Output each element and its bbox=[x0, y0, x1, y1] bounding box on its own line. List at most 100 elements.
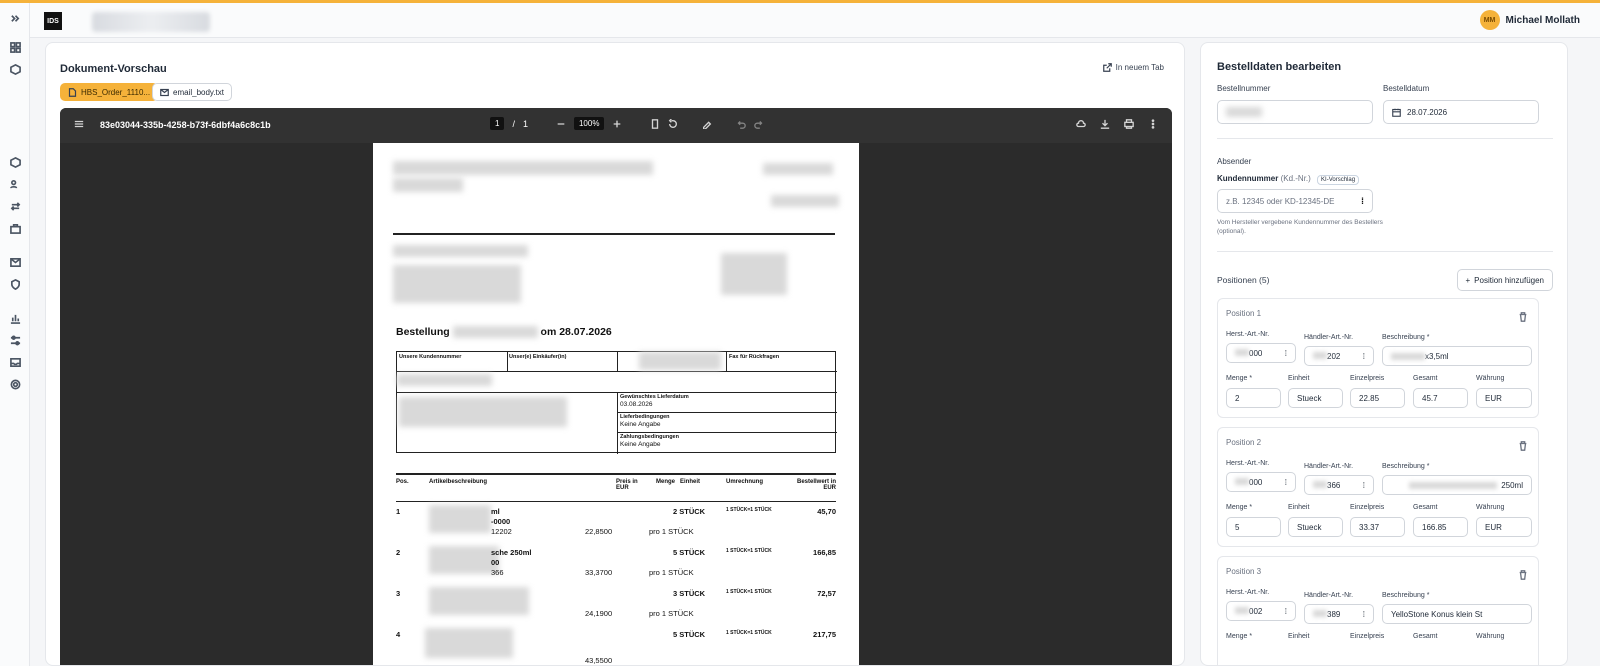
doc-rule bbox=[396, 473, 836, 475]
add-position-button[interactable]: + Position hinzufügen bbox=[1456, 269, 1553, 291]
price-label: Einzelpreis bbox=[1350, 504, 1385, 511]
mail-icon[interactable] bbox=[8, 255, 22, 269]
box-icon[interactable] bbox=[8, 155, 22, 169]
total-input[interactable]: 45.7 bbox=[1413, 388, 1468, 408]
annotate-icon[interactable] bbox=[702, 119, 712, 129]
dashboard-icon[interactable] bbox=[8, 40, 22, 54]
customer-number-placeholder: z.B. 12345 oder KD-12345-DE bbox=[1226, 196, 1335, 206]
menu-icon[interactable] bbox=[74, 119, 84, 129]
dealer-label: Händler-Art.-Nr. bbox=[1304, 463, 1354, 470]
qty-label: Menge * bbox=[1226, 633, 1253, 640]
expand-icon[interactable] bbox=[8, 11, 22, 25]
mfr-input[interactable]: 000 ⁞ bbox=[1226, 472, 1296, 492]
customer-number-hint: Vom Hersteller vergebene Kundennummer de… bbox=[1217, 219, 1383, 235]
trash-icon bbox=[1519, 570, 1527, 580]
settings-icon[interactable] bbox=[8, 377, 22, 391]
payment-value: Keine Angabe bbox=[620, 441, 661, 448]
position-card: Position 2 Herst.-Art.-Nr. 000 ⁞ Händler-… bbox=[1217, 427, 1539, 547]
pdf-page: Bestellung om 28.07.2026 Unsere Kundennu… bbox=[373, 143, 859, 665]
pdf-doc-id: 83e03044-335b-4258-b73f-6dbf4a6c8c1b bbox=[100, 120, 271, 130]
redo-icon[interactable] bbox=[754, 119, 764, 129]
file-tab-order-pdf[interactable]: HBS_Order_1110... bbox=[60, 83, 159, 101]
order-date-input[interactable]: 28.07.2026 bbox=[1383, 100, 1539, 124]
doc-header-box: Unsere Kundennummer Unser(e) Einkäufer(i… bbox=[396, 351, 837, 454]
fit-page-icon[interactable] bbox=[650, 118, 660, 129]
order-date-label: Bestelldatum bbox=[1383, 84, 1430, 93]
transfer-icon[interactable] bbox=[8, 199, 22, 213]
delete-position-button[interactable] bbox=[1518, 309, 1528, 322]
save-cloud-icon[interactable] bbox=[1076, 119, 1086, 129]
calendar-icon bbox=[1392, 108, 1401, 117]
undo-icon[interactable] bbox=[736, 119, 747, 129]
unit-input[interactable]: Stueck bbox=[1288, 517, 1343, 537]
delete-position-button[interactable] bbox=[1518, 438, 1528, 451]
position-title: Position 1 bbox=[1226, 309, 1262, 318]
print-icon[interactable] bbox=[1124, 119, 1134, 129]
briefcase-icon[interactable] bbox=[8, 221, 22, 235]
currency-input[interactable]: EUR bbox=[1476, 388, 1532, 408]
open-in-new-tab-link[interactable]: In neuem Tab bbox=[1102, 63, 1164, 72]
zoom-out-icon[interactable] bbox=[556, 119, 566, 129]
pdf-viewer[interactable]: 83e03044-335b-4258-b73f-6dbf4a6c8c1b 1 /… bbox=[60, 108, 1172, 665]
redacted-block bbox=[721, 253, 787, 295]
redacted-block bbox=[393, 161, 653, 175]
dealer-label: Händler-Art.-Nr. bbox=[1304, 592, 1354, 599]
download-icon[interactable] bbox=[1100, 119, 1110, 129]
order-date-value: 28.07.2026 bbox=[1407, 107, 1448, 117]
user-menu[interactable]: MM Michael Mollath bbox=[1479, 10, 1580, 30]
shield-icon[interactable] bbox=[8, 277, 22, 291]
mail-icon bbox=[160, 88, 169, 96]
dealer-input[interactable]: 202 ⁞ bbox=[1304, 346, 1374, 366]
user-name: Michael Mollath bbox=[1505, 14, 1580, 26]
users-icon[interactable] bbox=[8, 177, 22, 191]
pdf-toolbar: 83e03044-335b-4258-b73f-6dbf4a6c8c1b 1 /… bbox=[60, 108, 1172, 143]
pdf-page-controls: 1 / 1 100% bbox=[490, 117, 764, 130]
doc-heading: Bestellung om 28.07.2026 bbox=[396, 326, 612, 339]
sliders-icon[interactable] bbox=[8, 333, 22, 347]
page-number-input[interactable]: 1 bbox=[490, 117, 505, 130]
zoom-in-icon[interactable] bbox=[612, 119, 622, 129]
divider bbox=[1217, 251, 1553, 252]
zoom-level[interactable]: 100% bbox=[573, 117, 605, 130]
unit-input[interactable]: Stueck bbox=[1288, 388, 1343, 408]
inbox-icon[interactable] bbox=[8, 355, 22, 369]
desc-input[interactable]: 250ml bbox=[1382, 475, 1532, 495]
file-tab-email-body[interactable]: email_body.txt bbox=[152, 83, 232, 101]
qty-input[interactable]: 2 bbox=[1226, 388, 1281, 408]
customer-number-input[interactable]: z.B. 12345 oder KD-12345-DE ⁞ bbox=[1217, 189, 1373, 213]
dealer-input[interactable]: 366 ⁞ bbox=[1304, 475, 1374, 495]
mfr-label: Herst.-Art.-Nr. bbox=[1226, 460, 1270, 467]
redacted-block bbox=[399, 397, 567, 427]
position-title: Position 2 bbox=[1226, 438, 1262, 447]
order-number-input[interactable] bbox=[1217, 100, 1373, 124]
ai-fill-icon[interactable]: ⁞ bbox=[1361, 196, 1364, 206]
order-edit-panel: Bestelldaten bearbeiten Bestellnummer Be… bbox=[1200, 42, 1568, 666]
delete-position-button[interactable] bbox=[1518, 567, 1528, 580]
mfr-input[interactable]: 002 ⁞ bbox=[1226, 601, 1296, 621]
positions-count: Positionen (5) bbox=[1217, 275, 1270, 285]
desc-input[interactable]: x3,5ml bbox=[1382, 346, 1532, 366]
redacted-block bbox=[771, 195, 839, 207]
currency-input[interactable]: EUR bbox=[1476, 517, 1532, 537]
total-input[interactable]: 166.85 bbox=[1413, 517, 1468, 537]
dealer-input[interactable]: 389 ⁞ bbox=[1304, 604, 1374, 624]
rotate-icon[interactable] bbox=[668, 118, 678, 129]
more-icon[interactable] bbox=[1148, 119, 1158, 129]
package-icon[interactable] bbox=[8, 62, 22, 76]
col-header: Pos. bbox=[396, 479, 409, 485]
unit-label: Einheit bbox=[1288, 633, 1310, 640]
price-input[interactable]: 33.37 bbox=[1350, 517, 1405, 537]
logo[interactable]: IDS bbox=[44, 12, 62, 30]
mfr-input[interactable]: 000 ⁞ bbox=[1226, 343, 1296, 363]
divider bbox=[1217, 138, 1553, 139]
chart-icon[interactable] bbox=[8, 311, 22, 325]
position-card: Position 3 Herst.-Art.-Nr. 002 ⁞ Händler-… bbox=[1217, 556, 1539, 665]
unit-label: Einheit bbox=[1288, 375, 1310, 382]
qty-input[interactable]: 5 bbox=[1226, 517, 1281, 537]
desc-input[interactable]: YelloStone Konus klein St bbox=[1382, 604, 1532, 624]
sidebar bbox=[0, 3, 30, 666]
desc-label: Beschreibung * bbox=[1382, 334, 1430, 341]
preview-title: Dokument-Vorschau bbox=[60, 63, 167, 75]
price-input[interactable]: 22.85 bbox=[1350, 388, 1405, 408]
col-header: Umrechnung bbox=[726, 479, 764, 485]
